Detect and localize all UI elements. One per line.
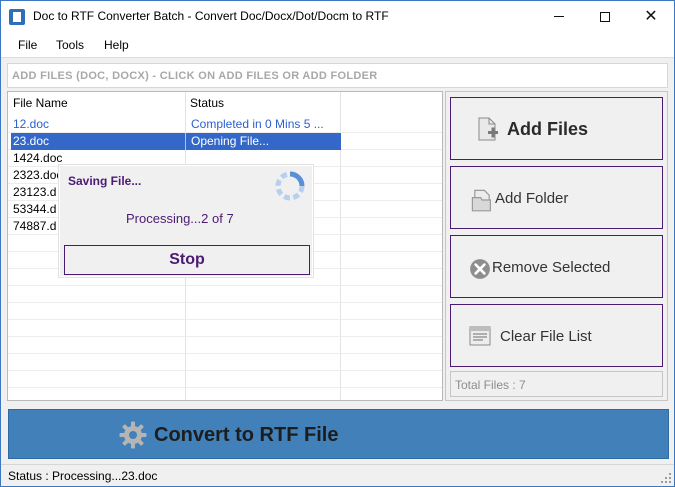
remove-selected-label: Remove Selected (492, 259, 611, 276)
file-name-cell: 23.doc (13, 134, 50, 148)
add-files-label: Add Files (507, 119, 589, 139)
maximize-button[interactable] (582, 1, 628, 32)
table-row-empty (8, 371, 442, 388)
hint-bar: ADD FILES (DOC, DOCX) - CLICK ON ADD FIL… (7, 63, 668, 88)
status-text: Status : Processing...23.doc (8, 469, 158, 483)
progress-text: Processing...2 of 7 (126, 211, 234, 226)
convert-label: Convert to RTF File (154, 424, 339, 446)
column-header-file-name[interactable]: File Name (8, 92, 185, 112)
window-title: Doc to RTF Converter Batch - Convert Doc… (33, 9, 389, 23)
remove-selected-button[interactable]: Remove Selected (450, 235, 663, 298)
table-row-empty (8, 303, 442, 320)
file-add-icon (478, 117, 498, 141)
dialog-title: Saving File... (68, 174, 142, 188)
status-cell: Completed in 0 Mins 5 ... (191, 117, 324, 131)
close-icon: ✕ (644, 7, 658, 25)
status-bar: Status : Processing...23.doc (1, 464, 674, 486)
maximize-icon (600, 11, 610, 22)
clear-file-list-button[interactable]: Clear File List (450, 304, 663, 367)
table-row-empty (8, 320, 442, 337)
table-row-empty (8, 286, 442, 303)
clear-list-icon (469, 326, 491, 346)
file-name-cell: 1424.doc (13, 151, 63, 165)
app-window: Doc to RTF Converter Batch - Convert Doc… (0, 0, 675, 487)
stop-button[interactable]: Stop (64, 245, 310, 275)
spinner-icon (275, 171, 305, 201)
progress-dialog: Saving File... Processing...2 of 7 Stop (59, 165, 313, 277)
table-row[interactable]: 12.doc Completed in 0 Mins 5 ... (8, 116, 442, 133)
convert-to-rtf-button[interactable]: Convert to RTF File (8, 409, 669, 459)
folder-icon (471, 189, 491, 212)
menu-file[interactable]: File (18, 38, 37, 52)
menu-bar: File Tools Help (1, 32, 674, 58)
gear-icon (119, 421, 147, 449)
resize-grip-icon[interactable] (661, 473, 671, 483)
hint-text: ADD FILES (DOC, DOCX) - CLICK ON ADD FIL… (12, 70, 378, 82)
table-row-empty (8, 354, 442, 371)
action-panel: Add Files Add Folder Remove Selected Cle… (445, 91, 668, 401)
clear-file-list-label: Clear File List (500, 328, 592, 345)
column-header-status[interactable]: Status (185, 92, 339, 112)
add-folder-label: Add Folder (495, 190, 569, 207)
close-button[interactable]: ✕ (628, 1, 674, 32)
add-folder-button[interactable]: Add Folder (450, 166, 663, 229)
remove-circle-icon (470, 259, 490, 279)
add-files-button[interactable]: Add Files (450, 97, 663, 160)
menu-tools[interactable]: Tools (56, 38, 84, 52)
app-icon (9, 9, 25, 25)
file-name-cell: 12.doc (13, 117, 50, 131)
table-row-selected[interactable]: 23.doc Opening File... (8, 133, 442, 150)
table-row-empty (8, 337, 442, 354)
menu-help[interactable]: Help (104, 38, 129, 52)
minimize-button[interactable] (536, 1, 582, 32)
total-files-count: Total Files : 7 (450, 371, 663, 397)
status-cell: Opening File... (191, 134, 270, 148)
minimize-icon (554, 16, 564, 17)
title-bar[interactable]: Doc to RTF Converter Batch - Convert Doc… (1, 1, 674, 32)
